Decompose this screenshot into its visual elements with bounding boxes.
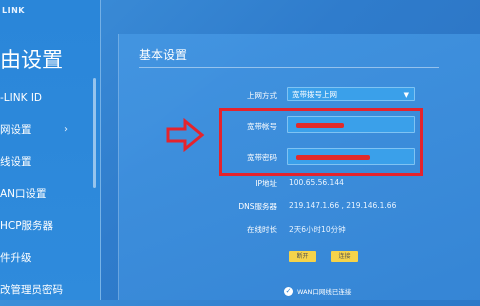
disconnect-button[interactable]: 断开 (289, 251, 316, 262)
sidebar-item-label: 件升级 (0, 252, 32, 264)
uptime-value: 2天6小时10分钟 (289, 225, 346, 234)
redacted-value (296, 155, 370, 160)
sidebar-item-internet-settings[interactable]: 网设置 › (0, 114, 100, 146)
password-label: 宽带密码 (247, 153, 277, 162)
sidebar-item-link-id[interactable]: -LINK ID (0, 82, 100, 114)
sidebar-item-label: -LINK ID (0, 92, 42, 104)
chevron-right-icon: › (64, 124, 68, 135)
sidebar-item-dhcp-server[interactable]: HCP服务器 (0, 210, 100, 242)
sidebar-item-admin-password[interactable]: 改管理员密码 (0, 274, 100, 306)
wan-status-text: WAN口网线已连接 (297, 288, 352, 296)
redacted-value (296, 123, 344, 128)
check-icon: ✓ (284, 286, 293, 296)
ip-label: IP地址 (255, 179, 277, 188)
account-input[interactable] (287, 116, 415, 133)
sidebar-item-label: 改管理员密码 (0, 284, 63, 296)
sidebar-item-lan-settings[interactable]: AN口设置 (0, 178, 100, 210)
dns-label: DNS服务器 (238, 202, 277, 211)
sidebar-title: 由设置 (0, 48, 63, 72)
page-title: 基本设置 (139, 48, 188, 62)
sidebar-item-label: 线设置 (0, 156, 32, 168)
sidebar-item-wireless-settings[interactable]: 线设置 (0, 146, 100, 178)
sidebar: LINK 由设置 -LINK ID 网设置 › 线设置 AN口设置 HCP服务器… (0, 0, 101, 300)
dns-value: 219.147.1.66 , 219.146.1.66 (289, 201, 397, 210)
wan-status: ✓ WAN口网线已连接 (284, 286, 351, 296)
brand-logo: LINK (2, 6, 25, 15)
sidebar-item-label: 网设置 (0, 124, 32, 136)
connection-type-label: 上网方式 (247, 91, 277, 100)
sidebar-menu: -LINK ID 网设置 › 线设置 AN口设置 HCP服务器 件升级 改管理员… (0, 82, 100, 306)
connection-type-select[interactable]: 宽带拨号上网 ▼ (287, 87, 415, 101)
account-label: 宽带帐号 (247, 122, 277, 131)
main-panel: 基本设置 上网方式 宽带拨号上网 ▼ 宽带帐号 宽带密码 IP地址 100.65… (118, 34, 480, 300)
ip-value: 100.65.56.144 (289, 178, 344, 187)
password-input[interactable] (287, 148, 415, 165)
connection-type-value: 宽带拨号上网 (292, 90, 337, 99)
arrow-right-icon (166, 118, 205, 152)
sidebar-item-firmware-upgrade[interactable]: 件升级 (0, 242, 100, 274)
uptime-label: 在线时长 (247, 225, 277, 234)
sidebar-item-label: AN口设置 (0, 188, 47, 200)
sidebar-scrollbar[interactable] (93, 78, 96, 188)
connect-button[interactable]: 连接 (331, 251, 358, 262)
chevron-down-icon: ▼ (403, 91, 409, 99)
title-divider (139, 67, 439, 68)
sidebar-item-label: HCP服务器 (0, 220, 54, 232)
